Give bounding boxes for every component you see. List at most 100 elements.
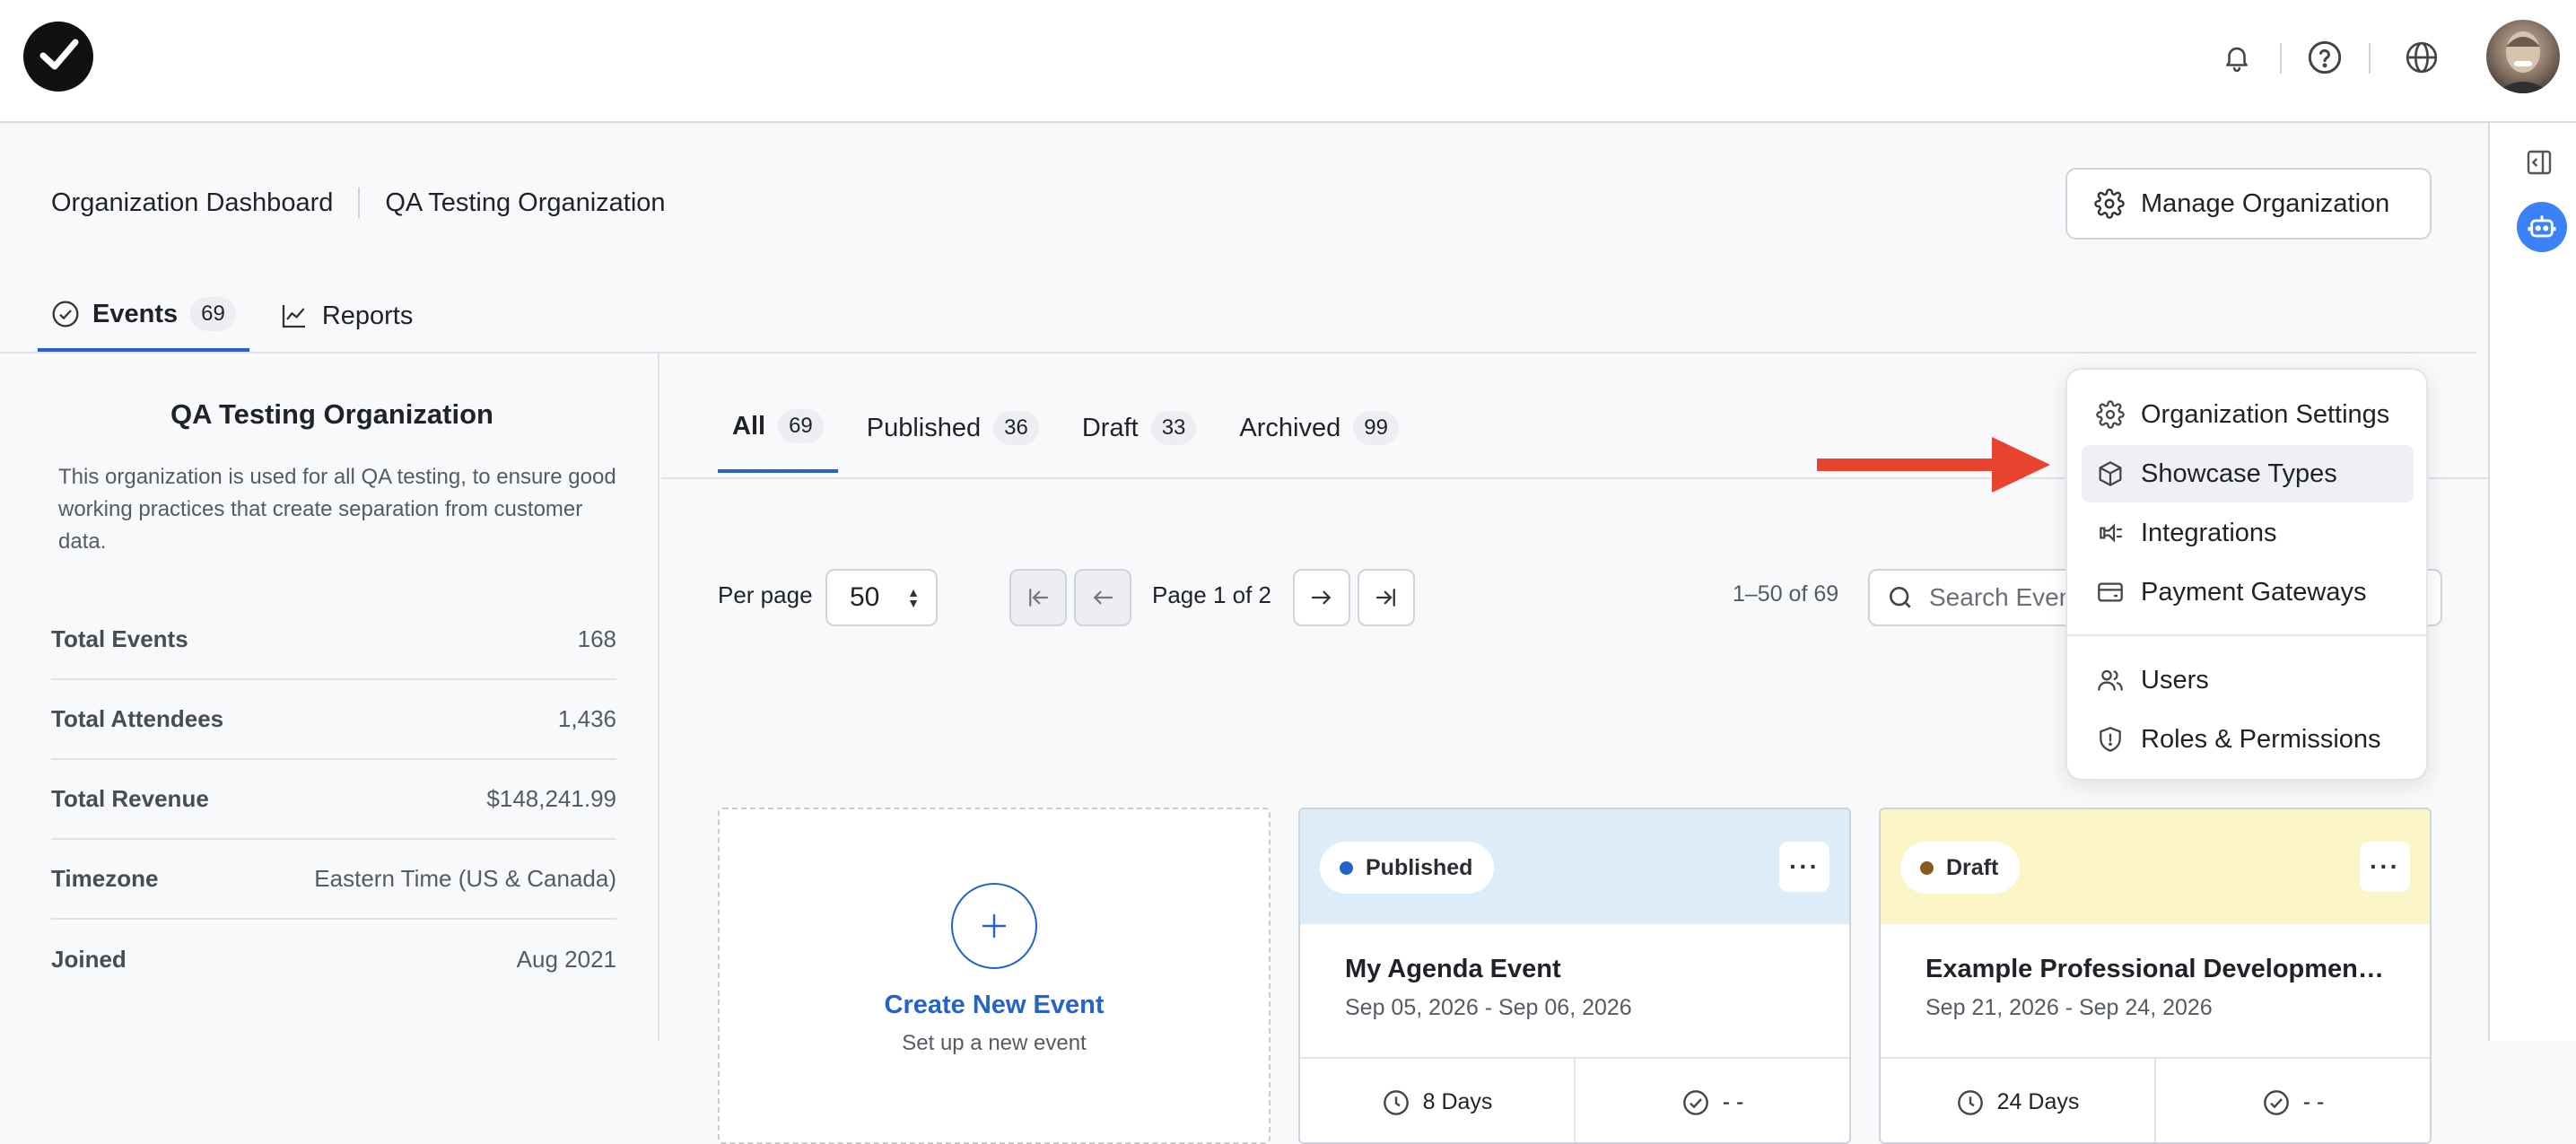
subtab-label: Published bbox=[866, 413, 982, 442]
tab-events[interactable]: Events 69 bbox=[38, 280, 249, 352]
status-label: Published bbox=[1366, 854, 1473, 880]
menu-item-label: Payment Gateways bbox=[2141, 577, 2367, 607]
create-event-title: Create New Event bbox=[884, 991, 1105, 1019]
subtab-label: Draft bbox=[1081, 413, 1139, 442]
help-icon[interactable] bbox=[2305, 38, 2345, 77]
assistant-bot-icon[interactable] bbox=[2517, 202, 2567, 252]
more-options-button[interactable]: ··· bbox=[1779, 842, 1829, 892]
stat-value: 1,436 bbox=[557, 705, 616, 732]
results-range: 1–50 of 69 bbox=[1733, 581, 1839, 607]
stat-total-events: Total Events 168 bbox=[51, 600, 616, 680]
create-event-card[interactable]: Create New Event Set up a new event bbox=[718, 808, 1271, 1144]
event-duration: 8 Days bbox=[1300, 1059, 1574, 1142]
more-options-button[interactable]: ··· bbox=[2360, 842, 2410, 892]
checkmark-logo[interactable] bbox=[23, 22, 93, 92]
last-page-button[interactable] bbox=[1358, 569, 1415, 626]
subtab-archived[interactable]: Archived 99 bbox=[1225, 383, 1413, 473]
manage-organization-label: Manage Organization bbox=[2141, 188, 2390, 218]
per-page-label: Per page bbox=[718, 581, 813, 608]
top-bar bbox=[0, 0, 2576, 123]
bell-icon[interactable] bbox=[2217, 38, 2257, 77]
event-check-status: - - bbox=[1574, 1059, 1849, 1142]
tab-reports-label: Reports bbox=[321, 301, 414, 330]
event-title[interactable]: My Agenda Event bbox=[1345, 955, 1812, 984]
stat-label: Total Attendees bbox=[51, 705, 224, 732]
status-badge: Draft bbox=[1900, 842, 2021, 894]
previous-page-button[interactable] bbox=[1074, 569, 1131, 626]
event-title[interactable]: Example Professional Development ... bbox=[1925, 955, 2392, 984]
per-page-value: 50 bbox=[850, 582, 880, 612]
stat-label: Total Revenue bbox=[51, 785, 209, 812]
clock-icon bbox=[1957, 1089, 1983, 1115]
org-title: QA Testing Organization bbox=[170, 398, 493, 430]
breadcrumb-root[interactable]: Organization Dashboard bbox=[51, 188, 333, 218]
breadcrumb-current: QA Testing Organization bbox=[385, 188, 666, 217]
arrow-right-icon bbox=[1311, 590, 1332, 605]
stat-value: Aug 2021 bbox=[516, 946, 616, 973]
stat-timezone: Timezone Eastern Time (US & Canada) bbox=[51, 840, 616, 920]
subtab-all[interactable]: All 69 bbox=[718, 383, 838, 473]
duration-value: 24 Days bbox=[1996, 1089, 2080, 1114]
event-card[interactable]: Published ··· My Agenda Event Sep 05, 20… bbox=[1298, 808, 1851, 1144]
plus-icon bbox=[951, 883, 1037, 969]
arrow-left-icon bbox=[1093, 590, 1113, 605]
status-badge: Published bbox=[1320, 842, 1495, 894]
clock-icon bbox=[1383, 1089, 1409, 1115]
organization-panel: QA Testing Organization This organizatio… bbox=[0, 354, 659, 1041]
tab-reports[interactable]: Reports bbox=[266, 280, 427, 352]
event-card-header: Draft ··· bbox=[1881, 809, 2430, 924]
manage-organization-button[interactable]: Manage Organization bbox=[2065, 168, 2432, 240]
main-tabs: Events 69 Reports bbox=[38, 280, 442, 352]
subtab-published[interactable]: Published 36 bbox=[852, 383, 1053, 473]
credit-card-icon bbox=[2098, 582, 2123, 602]
check-value: - - bbox=[1722, 1089, 1744, 1114]
menu-item-organization-settings[interactable]: Organization Settings bbox=[2082, 386, 2414, 443]
menu-item-showcase-types[interactable]: Showcase Types bbox=[2082, 445, 2414, 502]
event-dates: Sep 21, 2026 - Sep 24, 2026 bbox=[1925, 995, 2213, 1020]
menu-item-integrations[interactable]: Integrations bbox=[2082, 504, 2414, 562]
menu-item-label: Integrations bbox=[2141, 518, 2277, 547]
stat-label: Total Events bbox=[51, 625, 188, 652]
last-page-icon bbox=[1375, 589, 1395, 607]
event-status-tabs: All 69 Published 36 Draft 33 Archived 99 bbox=[718, 383, 1428, 473]
event-check-status: - - bbox=[2154, 1059, 2430, 1142]
menu-item-roles-permissions[interactable]: Roles & Permissions bbox=[2082, 711, 2414, 768]
panel-toggle-icon[interactable] bbox=[2525, 148, 2554, 181]
tab-events-count: 69 bbox=[190, 297, 236, 331]
search-icon bbox=[1890, 587, 1911, 608]
main-content: Organization Dashboard QA Testing Organi… bbox=[0, 123, 2488, 1144]
first-page-button[interactable] bbox=[1009, 569, 1067, 626]
menu-item-payment-gateways[interactable]: Payment Gateways bbox=[2082, 563, 2414, 621]
cube-icon bbox=[2099, 461, 2122, 486]
annotation-arrow-icon bbox=[1817, 437, 2050, 493]
menu-item-label: Users bbox=[2141, 665, 2209, 694]
subtab-count: 99 bbox=[1353, 411, 1399, 445]
per-page-select[interactable]: 50 ▲ ▼ bbox=[825, 569, 938, 626]
stat-total-revenue: Total Revenue $148,241.99 bbox=[51, 760, 616, 840]
menu-item-label: Roles & Permissions bbox=[2141, 724, 2381, 754]
breadcrumb: Organization Dashboard QA Testing Organi… bbox=[51, 188, 666, 218]
stat-value: 168 bbox=[577, 625, 616, 652]
org-stats: Total Events 168 Total Attendees 1,436 Tot… bbox=[51, 600, 616, 1000]
stat-joined: Joined Aug 2021 bbox=[51, 920, 616, 1000]
globe-icon[interactable] bbox=[2402, 38, 2441, 77]
menu-item-users[interactable]: Users bbox=[2082, 651, 2414, 709]
subtab-count: 36 bbox=[993, 411, 1039, 445]
create-event-subtitle: Set up a new event bbox=[902, 1031, 1087, 1055]
user-avatar[interactable] bbox=[2486, 20, 2560, 93]
subtab-draft[interactable]: Draft 33 bbox=[1068, 383, 1211, 473]
status-dot bbox=[1920, 860, 1934, 875]
duration-value: 8 Days bbox=[1422, 1089, 1493, 1114]
event-card[interactable]: Draft ··· Example Professional Developme… bbox=[1879, 808, 2432, 1144]
shield-icon bbox=[2100, 727, 2121, 752]
divider bbox=[2369, 43, 2371, 74]
gear-icon bbox=[2096, 400, 2125, 429]
page-indicator: Page 1 of 2 bbox=[1152, 581, 1271, 608]
stat-value: $148,241.99 bbox=[486, 785, 616, 812]
stat-value: Eastern Time (US & Canada) bbox=[314, 865, 616, 892]
next-page-button[interactable] bbox=[1293, 569, 1350, 626]
menu-divider bbox=[2067, 634, 2426, 636]
menu-item-label: Showcase Types bbox=[2141, 458, 2337, 488]
subtab-count: 69 bbox=[778, 409, 824, 443]
check-circle-icon bbox=[1682, 1089, 1708, 1115]
